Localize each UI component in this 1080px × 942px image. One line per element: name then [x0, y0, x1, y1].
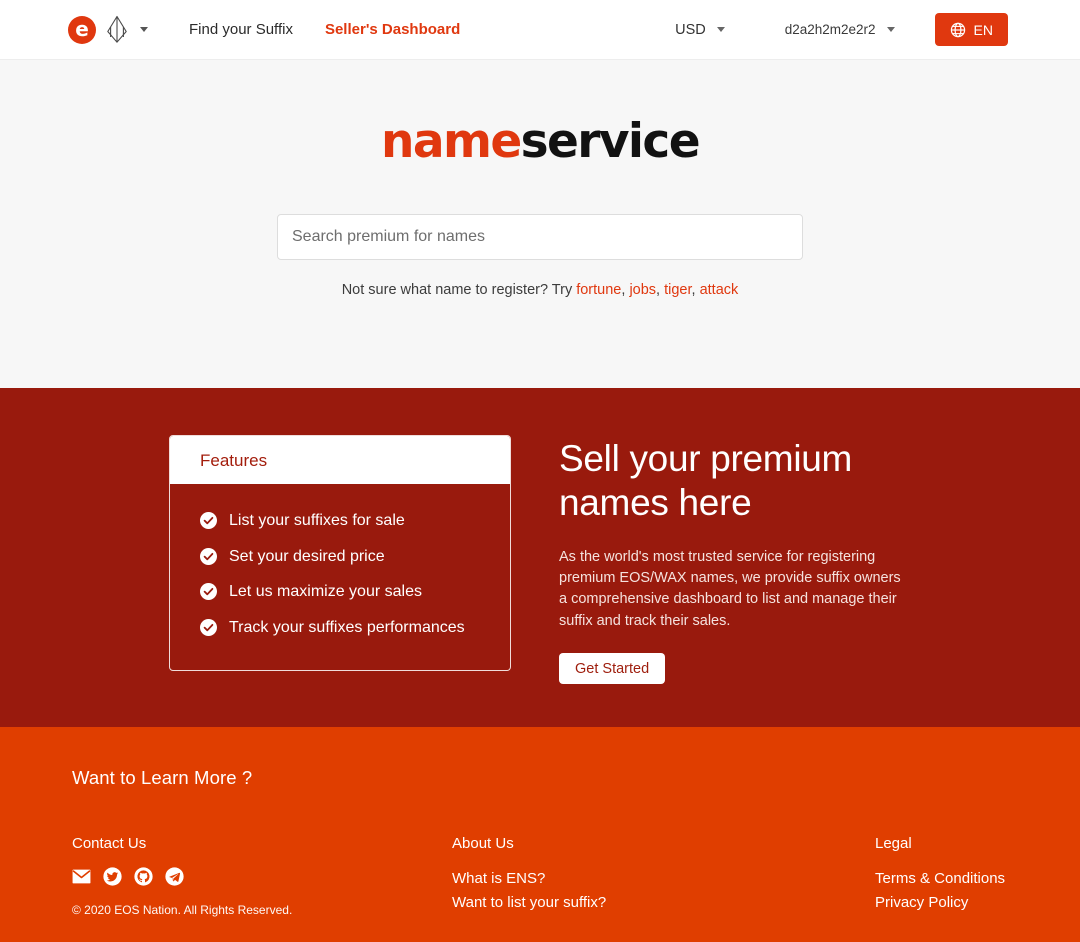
footer-link-what-is-ens[interactable]: What is ENS?: [452, 867, 875, 891]
check-circle-icon: [200, 619, 217, 637]
account-selector-value: d2a2h2m2e2r2: [784, 22, 876, 37]
telegram-icon[interactable]: [165, 867, 184, 886]
footer-heading: Want to Learn More ?: [72, 767, 253, 788]
suggestion-jobs[interactable]: jobs: [629, 282, 656, 298]
search-hint-text: Not sure what name to register? Try: [341, 282, 577, 298]
feature-label: List your suffixes for sale: [229, 512, 405, 529]
wordmark-service: service: [520, 114, 701, 169]
language-button-label: EN: [973, 21, 993, 38]
footer-column-legal: Legal Terms & Conditions Privacy Policy: [875, 832, 1008, 915]
account-selector[interactable]: d2a2h2m2e2r2: [785, 22, 895, 37]
primary-nav: Find your Suffix Seller's Dashboard: [189, 21, 460, 38]
features-card-title: Features: [200, 451, 268, 470]
nameservice-wordmark: nameservice: [381, 118, 701, 165]
footer-column-about: About Us What is ENS? Want to list your …: [452, 832, 875, 915]
globe-icon: [950, 22, 965, 37]
sell-copy: Sell your premium names here As the worl…: [559, 435, 901, 685]
brand-chevron-down-icon[interactable]: [140, 27, 148, 32]
search-suggestions: Not sure what name to register? Try fort…: [342, 283, 739, 298]
search-area: [277, 214, 803, 260]
footer-link-list-your-suffix[interactable]: Want to list your suffix?: [452, 891, 875, 915]
brand-group[interactable]: e: [68, 15, 148, 44]
suggestion-attack[interactable]: attack: [700, 282, 739, 298]
social-links: [72, 867, 452, 886]
features-card: Features List your suffixes for sale Set: [169, 435, 511, 672]
footer-contact-title: Contact Us: [72, 835, 147, 852]
eos-diamond-icon[interactable]: [106, 15, 128, 44]
language-button[interactable]: EN: [934, 13, 1008, 46]
list-item: List your suffixes for sale: [200, 512, 510, 530]
footer-legal-title: Legal: [875, 835, 912, 852]
list-item: Set your desired price: [200, 548, 510, 566]
site-header: e Find your Suffix Seller's Dashboard US…: [0, 0, 1080, 60]
check-circle-icon: [200, 512, 217, 530]
sell-description: As the world's most trusted service for …: [559, 548, 901, 629]
footer-about-title: About Us: [452, 835, 514, 852]
list-item: Track your suffixes performances: [200, 619, 510, 637]
get-started-button[interactable]: Get Started: [559, 653, 666, 685]
sell-section: Features List your suffixes for sale Set: [0, 388, 1080, 727]
hero-section: nameservice Not sure what name to regist…: [0, 60, 1080, 388]
check-circle-icon: [200, 583, 217, 601]
wordmark-name: name: [381, 114, 522, 169]
github-icon[interactable]: [134, 867, 153, 886]
suggestion-sep-2: ,: [656, 282, 665, 298]
currency-chevron-down-icon: [716, 27, 725, 32]
email-icon[interactable]: [72, 867, 91, 886]
site-footer: Want to Learn More ? Contact Us About Us…: [0, 727, 1080, 942]
currency-selector-value: USD: [675, 21, 706, 38]
search-input[interactable]: [277, 214, 803, 260]
header-right-controls: USD d2a2h2m2e2r2 EN: [675, 13, 1008, 46]
currency-selector[interactable]: USD: [675, 22, 725, 38]
features-list: List your suffixes for sale Set your des…: [170, 484, 510, 670]
suggestion-sep-3: ,: [691, 282, 700, 298]
nav-find-your-suffix[interactable]: Find your Suffix: [189, 21, 293, 38]
footer-link-privacy-policy[interactable]: Privacy Policy: [875, 891, 1008, 915]
eos-logo-icon[interactable]: e: [68, 15, 96, 44]
feature-label: Let us maximize your sales: [229, 583, 422, 601]
suggestion-tiger[interactable]: tiger: [664, 282, 691, 298]
copyright-text: © 2020 EOS Nation. All Rights Reserved.: [72, 903, 293, 917]
nav-sellers-dashboard[interactable]: Seller's Dashboard: [325, 21, 460, 38]
account-chevron-down-icon: [886, 27, 895, 32]
page-title: Sell your premium names here: [559, 438, 853, 524]
check-circle-icon: [200, 547, 217, 565]
twitter-icon[interactable]: [103, 867, 122, 886]
feature-label: Track your suffixes performances: [229, 618, 465, 636]
feature-label: Set your desired price: [229, 547, 385, 565]
footer-link-terms-conditions[interactable]: Terms & Conditions: [875, 867, 1008, 891]
list-item: Let us maximize your sales: [200, 583, 510, 601]
features-card-header: Features: [170, 436, 510, 484]
suggestion-fortune[interactable]: fortune: [576, 282, 621, 298]
